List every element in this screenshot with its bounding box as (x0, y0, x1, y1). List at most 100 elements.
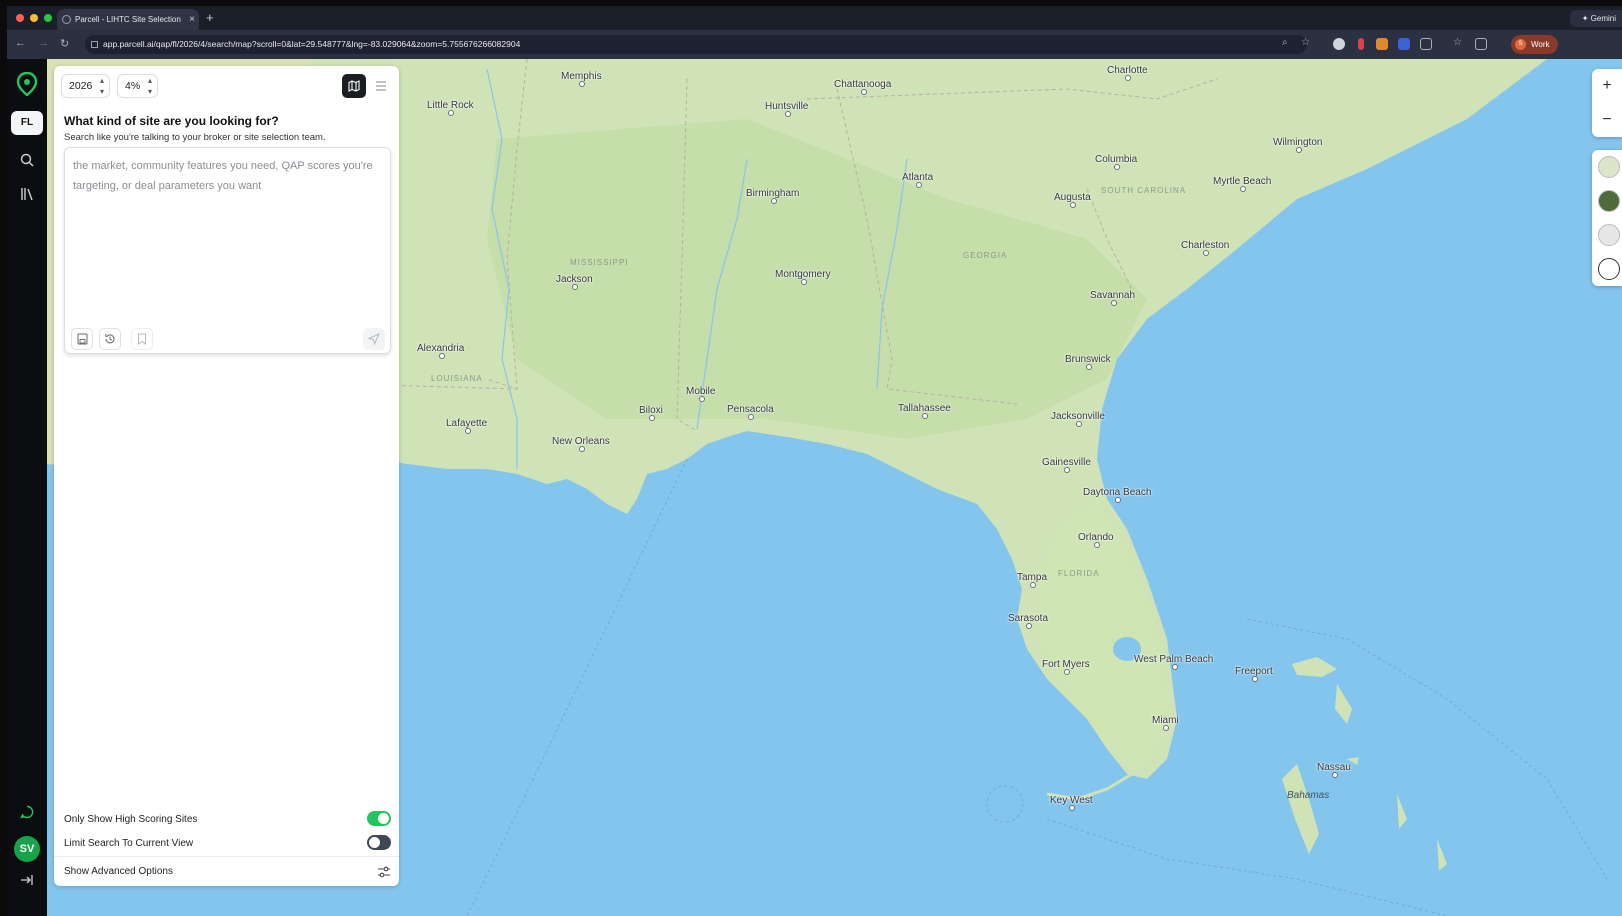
bookmark-icon (138, 333, 146, 345)
city-label: Biloxi (639, 405, 663, 421)
city-label: Pensacola (727, 404, 774, 420)
app-sidebar: FL SV (7, 59, 47, 916)
extension-icon-1[interactable] (1333, 38, 1345, 50)
year-stepper[interactable]: 2026 ▴ ▾ (61, 74, 110, 98)
credit-rate-stepper[interactable]: 4% ▴ ▾ (117, 74, 158, 98)
city-label: Key West (1050, 795, 1093, 811)
city-label: New Orleans (552, 436, 610, 452)
browser-tab-active[interactable]: Parcell - LIHTC Site Selection × (57, 9, 199, 30)
city-label: Atlanta (902, 172, 934, 188)
expand-sidebar-icon[interactable] (12, 867, 42, 893)
map-style-terrain-icon[interactable] (1598, 224, 1620, 246)
zoom-controls: + − (1592, 69, 1622, 137)
toggle-label: Only Show High Scoring Sites (64, 814, 198, 825)
list-view-toggle[interactable] (371, 76, 391, 96)
search-input[interactable] (73, 156, 383, 306)
site-favicon-icon (62, 15, 71, 24)
limit-view-switch[interactable] (367, 835, 391, 850)
profile-label: Work (1531, 40, 1550, 49)
app-page: Memphis Chattanooga Charlotte Little Roc… (7, 59, 1622, 916)
reload-icon[interactable]: ↻ (60, 37, 69, 50)
forward-arrow-icon[interactable]: → (38, 37, 49, 49)
address-bar[interactable]: app.parcell.ai/qap/fl/2026/4/search/map?… (85, 35, 1307, 54)
state-selector-badge[interactable]: FL (11, 111, 43, 135)
city-label: Mobile (686, 386, 716, 402)
state-label: GEORGIA (963, 251, 1008, 260)
map-style-controls (1592, 150, 1622, 286)
gemini-button[interactable]: ✦ Gemini (1569, 10, 1622, 27)
save-search-button[interactable] (71, 328, 93, 350)
city-label: Tampa (1017, 572, 1048, 588)
high-scoring-toggle-row: Only Show High Scoring Sites (64, 811, 391, 826)
bookmark-star-icon[interactable]: ☆ (1301, 37, 1310, 48)
gemini-label: Gemini (1590, 14, 1616, 23)
city-label: Jacksonville (1051, 411, 1105, 427)
zoom-out-button[interactable]: − (1592, 103, 1622, 137)
city-label: Fort Myers (1042, 659, 1090, 675)
city-label: Wilmington (1273, 137, 1323, 153)
extension-icon-3[interactable] (1376, 38, 1388, 50)
city-label: Little Rock (427, 100, 474, 116)
city-label: Montgomery (775, 269, 831, 285)
city-label: Huntsville (765, 101, 809, 117)
advanced-options-label: Show Advanced Options (64, 866, 173, 877)
search-input-box (64, 147, 391, 354)
bookmarks-icon[interactable]: ☆ (1453, 37, 1462, 48)
profile-button[interactable]: S Work (1511, 35, 1558, 54)
send-icon (368, 333, 380, 345)
extensions-puzzle-icon[interactable] (1420, 38, 1432, 50)
city-label: Augusta (1054, 192, 1091, 208)
city-label: Charleston (1181, 240, 1230, 256)
user-avatar[interactable]: SV (14, 836, 40, 862)
floppy-icon (77, 333, 87, 345)
credit-rate-value: 4% (125, 80, 141, 92)
close-window-button[interactable] (16, 14, 24, 22)
city-label: Gainesville (1042, 457, 1091, 473)
city-label: Freeport (1235, 666, 1273, 682)
extension-icon-2[interactable] (1358, 38, 1364, 50)
search-history-button[interactable] (99, 328, 121, 350)
city-label: Miami (1152, 715, 1179, 731)
year-value: 2026 (69, 80, 93, 92)
advanced-options-row[interactable]: Show Advanced Options (54, 856, 399, 886)
tab-close-icon[interactable]: × (189, 9, 195, 30)
extension-icon-4[interactable] (1398, 38, 1410, 50)
city-label: Birmingham (746, 188, 800, 204)
library-icon[interactable] (12, 181, 42, 207)
state-label: FLORIDA (1058, 569, 1100, 578)
zoom-magnifier-icon[interactable]: ⌕ (1282, 37, 1288, 48)
side-panel-icon[interactable] (1475, 38, 1487, 50)
stepper-arrows-icon[interactable]: ▴ ▾ (100, 75, 104, 97)
state-label: SOUTH CAROLINA (1101, 186, 1187, 195)
minimize-window-button[interactable] (30, 14, 38, 22)
high-scoring-switch[interactable] (367, 811, 391, 826)
limit-view-toggle-row: Limit Search To Current View (64, 835, 391, 850)
city-label: West Palm Beach (1134, 654, 1214, 670)
city-label: Tallahassee (898, 403, 951, 419)
history-icon (105, 334, 115, 344)
sliders-icon[interactable] (377, 865, 391, 879)
city-label: Daytona Beach (1083, 487, 1152, 503)
globe-search-icon[interactable] (1598, 258, 1620, 280)
send-search-button[interactable] (363, 328, 385, 350)
city-label: Chattanooga (834, 79, 892, 95)
city-label: Alexandria (417, 343, 465, 359)
parcell-logo-icon[interactable] (12, 71, 42, 97)
site-info-icon[interactable] (91, 41, 98, 48)
search-icon[interactable] (12, 147, 42, 173)
zoom-in-button[interactable]: + (1592, 69, 1622, 103)
back-arrow-icon[interactable]: ← (15, 37, 26, 49)
maximize-window-button[interactable] (44, 14, 52, 22)
city-label: Jackson (556, 274, 593, 290)
feedback-chat-icon[interactable] (12, 799, 42, 825)
map-style-standard-icon[interactable] (1598, 156, 1620, 178)
profile-avatar: S (1515, 39, 1526, 50)
city-label: Brunswick (1065, 354, 1111, 370)
city-label: Myrtle Beach (1213, 176, 1272, 192)
new-tab-button[interactable]: + (206, 9, 214, 27)
state-label: LOUISIANA (431, 374, 483, 383)
map-view-toggle[interactable] (342, 74, 366, 98)
map-style-satellite-icon[interactable] (1598, 190, 1620, 212)
bookmark-button[interactable] (131, 328, 153, 350)
stepper-arrows-icon[interactable]: ▴ ▾ (148, 75, 152, 97)
